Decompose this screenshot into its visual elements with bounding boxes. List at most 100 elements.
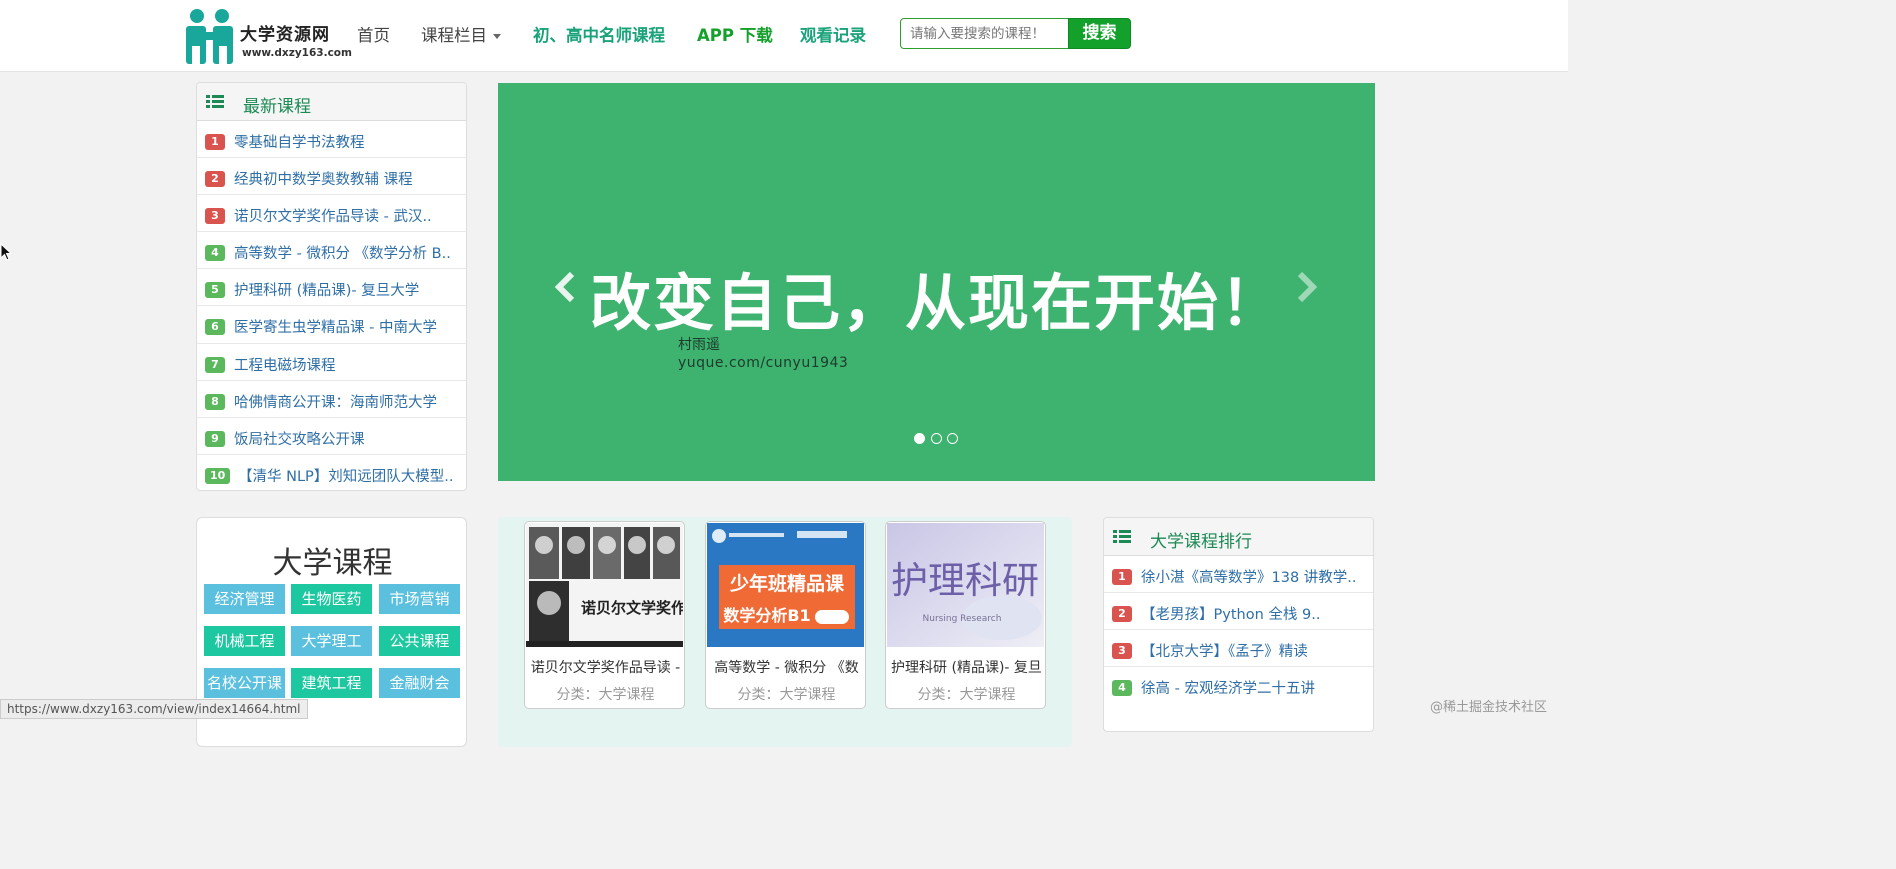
category-tag[interactable]: 公共课程 xyxy=(379,626,460,656)
list-item-link[interactable]: 零基础自学书法教程 xyxy=(234,131,365,152)
category-tag[interactable]: 名校公开课 xyxy=(204,668,285,698)
chevron-right-icon[interactable] xyxy=(1288,270,1322,304)
list-item[interactable]: 2 【老男孩】Python 全栈 9.. xyxy=(1104,593,1373,631)
list-item-link[interactable]: 高等数学 - 微积分 《数学分析 B.. xyxy=(234,242,451,263)
search-button[interactable]: 搜索 xyxy=(1068,18,1131,49)
rank-badge: 8 xyxy=(205,393,225,410)
list-item-link[interactable]: 【北京大学】《孟子》精读 xyxy=(1141,640,1308,661)
course-ranking-header: 大学课程排行 xyxy=(1104,518,1373,556)
nav-app-download[interactable]: APP 下载 xyxy=(697,22,773,46)
category-tag[interactable]: 大学理工 xyxy=(291,626,372,656)
nursing-research-cover-image: 护理科研 Nursing Research xyxy=(887,523,1044,647)
portrait-collage-image: 诺贝尔文学奖作品导读 xyxy=(526,523,683,647)
list-icon xyxy=(206,95,224,109)
list-item-link[interactable]: 哈佛情商公开课：海南师范大学 xyxy=(234,391,437,412)
list-item[interactable]: 3 诺贝尔文学奖作品导读 - 武汉.. xyxy=(197,195,466,233)
list-item[interactable]: 10 【清华 NLP】刘知远团队大模型.. xyxy=(197,455,466,490)
list-item-link[interactable]: 经典初中数学奥数教辅 课程 xyxy=(234,168,413,189)
rank-badge: 4 xyxy=(1112,680,1132,697)
list-item[interactable]: 4 徐高 - 宏观经济学二十五讲 xyxy=(1104,667,1373,704)
site-logo[interactable]: 大学资源网 www.dxzy163.com xyxy=(182,6,352,66)
list-item-link[interactable]: 【清华 NLP】刘知远团队大模型.. xyxy=(238,465,454,486)
search-input[interactable] xyxy=(900,18,1070,49)
course-category: 分类：大学课程 xyxy=(917,687,1016,703)
rank-badge: 3 xyxy=(1112,643,1132,660)
list-item-link[interactable]: 徐小湛《高等数学》138 讲教学.. xyxy=(1141,566,1357,587)
list-item[interactable]: 5 护理科研 (精品课)- 复旦大学 xyxy=(197,269,466,307)
rank-badge: 1 xyxy=(205,134,225,150)
category-tag[interactable]: 生物医药 xyxy=(291,584,372,614)
course-ranking-panel: 大学课程排行 1 徐小湛《高等数学》138 讲教学.. 2 【老男孩】Python 全… xyxy=(1103,517,1374,732)
list-item-link[interactable]: 饭局社交攻略公开课 xyxy=(234,428,365,449)
list-item[interactable]: 1 零基础自学书法教程 xyxy=(197,121,466,159)
list-item-link[interactable]: 【老男孩】Python 全栈 9.. xyxy=(1141,603,1320,624)
course-cards-area: 诺贝尔文学奖作品导读 诺贝尔文学奖作品导读 - 分类：大学课程 少年班精品课 数… xyxy=(498,517,1072,747)
rank-badge: 1 xyxy=(1112,569,1132,585)
carousel-dot-2[interactable] xyxy=(931,433,942,444)
math-course-cover-image: 少年班精品课 数学分析B1 xyxy=(707,523,864,647)
list-item-link[interactable]: 徐高 - 宏观经济学二十五讲 xyxy=(1141,677,1315,698)
list-item[interactable]: 8 哈佛情商公开课：海南师范大学 xyxy=(197,381,466,418)
list-item[interactable]: 7 工程电磁场课程 xyxy=(197,344,466,381)
site-header: 大学资源网 www.dxzy163.com 首页 课程栏目 初、高中名师课程 A… xyxy=(0,0,1568,72)
list-item[interactable]: 4 高等数学 - 微积分 《数学分析 B.. xyxy=(197,232,466,270)
list-item[interactable]: 9 饭局社交攻略公开课 xyxy=(197,418,466,455)
logo-name: 大学资源网 xyxy=(240,25,330,45)
course-card[interactable]: 护理科研 Nursing Research 护理科研 (精品课)- 复旦 分类：… xyxy=(885,521,1046,709)
category-tag[interactable]: 市场营销 xyxy=(379,584,460,614)
hero-carousel: 改变自己，从现在开始！ 村雨遥 yuque.com/cunyu1943 xyxy=(498,83,1375,481)
category-tag[interactable]: 建筑工程 xyxy=(291,668,372,698)
category-tag[interactable]: 金融财会 xyxy=(379,668,460,698)
nav-famous-teachers[interactable]: 初、高中名师课程 xyxy=(533,22,665,46)
rank-badge: 4 xyxy=(205,245,225,262)
latest-courses-list: 1 零基础自学书法教程 2 经典初中数学奥数教辅 课程 3 诺贝尔文学奖作品导读 - 武汉… xyxy=(197,121,466,490)
banner-slogan: 改变自己，从现在开始！ xyxy=(589,268,1283,339)
nav-course-columns[interactable]: 课程栏目 xyxy=(421,22,501,46)
corner-watermark: @稀土掘金技术社区 xyxy=(1430,700,1548,715)
list-item-link[interactable]: 工程电磁场课程 xyxy=(234,354,336,375)
university-courses-title: 大学课程 xyxy=(272,546,393,581)
course-ranking-list: 1 徐小湛《高等数学》138 讲教学.. 2 【老男孩】Python 全栈 9.. 3 【… xyxy=(1104,556,1373,704)
rank-badge: 7 xyxy=(205,356,225,373)
list-item-link[interactable]: 医学寄生虫学精品课 - 中南大学 xyxy=(234,316,437,337)
category-tag[interactable]: 机械工程 xyxy=(204,626,285,656)
rank-badge: 5 xyxy=(205,282,225,299)
list-item-link[interactable]: 诺贝尔文学奖作品导读 - 武汉.. xyxy=(234,205,432,226)
list-item-link[interactable]: 护理科研 (精品课)- 复旦大学 xyxy=(234,279,419,300)
list-item[interactable]: 3 【北京大学】《孟子》精读 xyxy=(1104,630,1373,668)
course-ranking-title: 大学课程排行 xyxy=(1150,532,1252,552)
nav-watch-history[interactable]: 观看记录 xyxy=(800,22,866,46)
status-bar-url: https://www.dxzy163.com/view/index14664.… xyxy=(0,699,308,719)
list-item[interactable]: 6 医学寄生虫学精品课 - 中南大学 xyxy=(197,306,466,344)
thumb-subcaption: Nursing Research xyxy=(923,614,1002,624)
rank-badge: 2 xyxy=(1112,606,1132,623)
rank-badge: 2 xyxy=(205,171,225,188)
course-card[interactable]: 少年班精品课 数学分析B1 高等数学 - 微积分 《数 分类：大学课程 xyxy=(705,521,866,709)
course-thumbnail: 诺贝尔文学奖作品导读 xyxy=(526,523,683,647)
category-tag[interactable]: 经济管理 xyxy=(204,584,285,614)
nav-course-columns-label: 课程栏目 xyxy=(421,26,487,45)
watermark-name: 村雨遥 xyxy=(678,337,720,353)
course-title[interactable]: 诺贝尔文学奖作品导读 - xyxy=(525,657,684,677)
logo-people-icon xyxy=(186,9,233,64)
course-thumbnail: 护理科研 Nursing Research xyxy=(887,523,1044,647)
list-item[interactable]: 1 徐小湛《高等数学》138 讲教学.. xyxy=(1104,556,1373,594)
carousel-dot-3[interactable] xyxy=(947,433,958,444)
watermark-url: yuque.com/cunyu1943 xyxy=(678,355,849,371)
course-category: 分类：大学课程 xyxy=(556,687,655,703)
latest-courses-title: 最新课程 xyxy=(243,97,311,117)
mouse-cursor-icon xyxy=(0,243,12,261)
caret-down-icon xyxy=(493,34,501,39)
course-title[interactable]: 高等数学 - 微积分 《数 xyxy=(706,657,865,677)
rank-badge: 9 xyxy=(205,430,225,447)
rank-badge: 10 xyxy=(205,467,231,484)
latest-courses-header: 最新课程 xyxy=(197,83,466,121)
carousel-dot-1[interactable] xyxy=(914,433,925,444)
course-card[interactable]: 诺贝尔文学奖作品导读 诺贝尔文学奖作品导读 - 分类：大学课程 xyxy=(524,521,685,709)
course-category: 分类：大学课程 xyxy=(737,687,836,703)
nav-home[interactable]: 首页 xyxy=(357,22,390,46)
rank-badge: 6 xyxy=(205,319,225,336)
thumb-caption: 诺贝尔文学奖作品导读 xyxy=(581,599,683,617)
course-title[interactable]: 护理科研 (精品课)- 复旦 xyxy=(886,657,1045,677)
list-item[interactable]: 2 经典初中数学奥数教辅 课程 xyxy=(197,158,466,196)
